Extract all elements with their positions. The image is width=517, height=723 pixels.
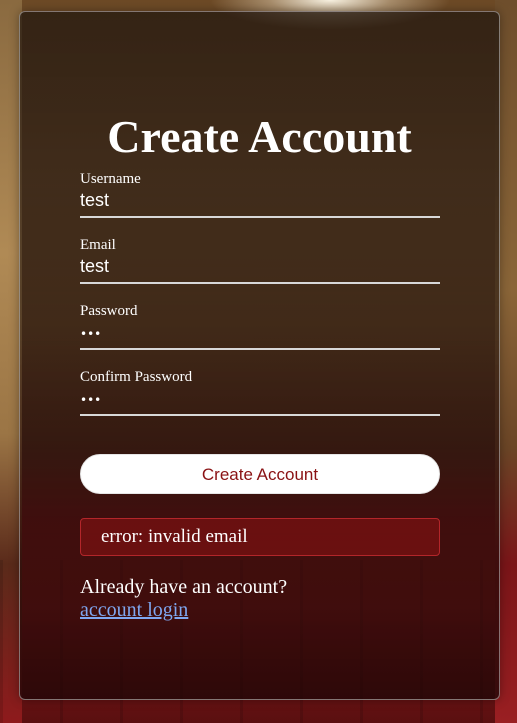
username-label: Username xyxy=(80,171,141,187)
email-label: Email xyxy=(80,237,116,253)
username-input[interactable] xyxy=(80,187,440,213)
login-prompt: Already have an account? xyxy=(80,576,288,598)
password-field-group: Password xyxy=(80,302,440,350)
error-message: error: invalid email xyxy=(101,526,248,547)
account-login-link[interactable]: account login xyxy=(80,598,188,622)
confirm-password-input[interactable] xyxy=(80,387,440,413)
password-input[interactable] xyxy=(80,321,440,347)
page-title: Create Account xyxy=(107,111,412,162)
email-field-group: Email xyxy=(80,236,440,284)
create-account-panel: Create Account Username Email Password C… xyxy=(19,11,500,700)
create-account-button[interactable]: Create Account xyxy=(80,454,440,494)
username-field-group: Username xyxy=(80,170,440,218)
email-input[interactable] xyxy=(80,253,440,279)
password-label: Password xyxy=(80,303,138,319)
confirm-password-label: Confirm Password xyxy=(80,369,193,385)
error-message-box: error: invalid email xyxy=(80,518,440,556)
confirm-password-field-group: Confirm Password xyxy=(80,368,440,416)
